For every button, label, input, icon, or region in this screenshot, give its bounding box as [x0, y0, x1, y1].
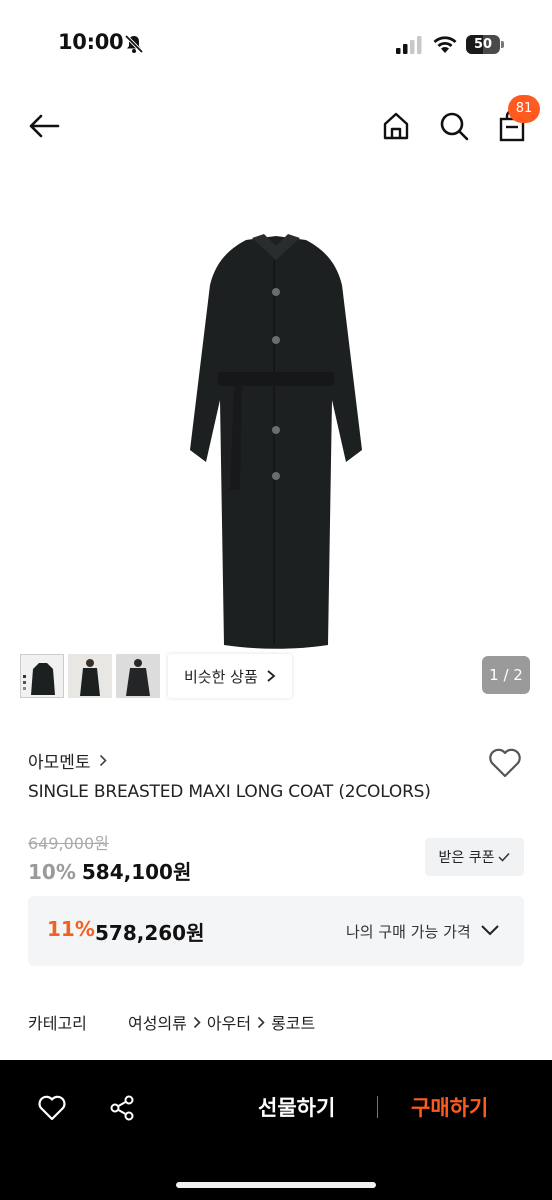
search-icon: [440, 112, 469, 141]
status-time: 10:00: [58, 30, 124, 54]
share-button[interactable]: [102, 1088, 142, 1128]
similar-products-label: 비슷한 상품: [184, 667, 258, 686]
buy-button[interactable]: 구매하기: [411, 1092, 488, 1122]
coupon-label: 받은 쿠폰: [438, 850, 495, 866]
chevron-right-icon: [99, 754, 107, 767]
product-name: SINGLE BREASTED MAXI LONG COAT (2COLORS): [28, 782, 431, 802]
wishlist-button[interactable]: [486, 744, 524, 782]
similar-products-button[interactable]: 비슷한 상품: [168, 654, 292, 698]
received-coupon-button[interactable]: 받은 쿠폰: [425, 838, 524, 876]
heart-icon: [38, 1095, 66, 1121]
home-icon: [383, 112, 409, 140]
wifi-icon: [433, 36, 457, 53]
top-nav: [0, 92, 552, 162]
coat-image: [190, 234, 362, 649]
category-label: 카테고리: [28, 1014, 87, 1033]
gift-button[interactable]: 선물하기: [258, 1092, 335, 1122]
home-indicator: [176, 1182, 376, 1188]
original-price: 649,000원: [28, 834, 109, 853]
bottom-wishlist-button[interactable]: [32, 1088, 72, 1128]
bottom-action-bar: 선물하기 구매하기: [0, 1060, 552, 1200]
chevron-right-icon: [257, 1016, 265, 1029]
battery-percent: 50: [473, 37, 493, 52]
my-purchase-price-box[interactable]: 11% 578,260원 나의 구매 가능 가격: [28, 896, 524, 966]
back-button[interactable]: [26, 108, 62, 144]
category-crumb-outer[interactable]: 아우터: [207, 1010, 251, 1034]
search-button[interactable]: [436, 108, 472, 144]
brand-name: 아모멘토: [28, 753, 91, 773]
bell-off-icon: [124, 34, 144, 54]
thumbnail-1[interactable]: [20, 654, 64, 698]
arrow-left-icon: [29, 114, 60, 138]
sale-price-row: 10% 584,100원: [28, 856, 191, 885]
chevron-right-icon: [193, 1016, 201, 1029]
discount-rate: 10%: [28, 860, 76, 884]
product-main-image[interactable]: [0, 200, 552, 655]
category-crumb-women-clothing[interactable]: 여성의류: [128, 1010, 187, 1034]
my-purchase-price: 578,260원: [95, 921, 205, 945]
brand-link[interactable]: 아모멘토: [28, 748, 107, 773]
thumbnail-2[interactable]: [68, 654, 112, 698]
thumbnail-3[interactable]: [116, 654, 160, 698]
category-crumb-long-coat[interactable]: 롱코트: [271, 1010, 315, 1034]
category-row: 카테고리 여성의류 아우터 롱코트: [28, 1010, 315, 1034]
status-bar: 10:00 50: [0, 0, 552, 90]
my-discount-rate: 11%: [47, 917, 95, 941]
battery-icon: 50: [466, 35, 504, 54]
home-button[interactable]: [378, 108, 414, 144]
cellular-signal-icon: [396, 36, 422, 54]
share-icon: [110, 1095, 134, 1121]
thumbnail-row: 비슷한 상품: [20, 653, 292, 699]
my-price-label: 나의 구매 가능 가격: [346, 923, 471, 941]
heart-icon: [489, 748, 521, 778]
chevron-right-icon: [267, 670, 276, 682]
cart-count-badge: 81: [508, 95, 540, 123]
chevron-down-icon: [481, 925, 499, 936]
sale-price: 584,100원: [81, 860, 192, 884]
check-icon: [498, 852, 511, 862]
image-counter: 1 / 2: [482, 656, 530, 694]
divider: [377, 1096, 378, 1118]
